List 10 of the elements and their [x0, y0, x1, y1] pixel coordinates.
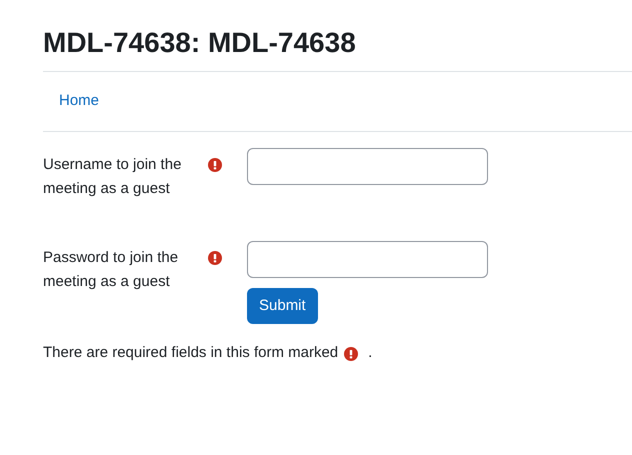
field-label: Username to join the meeting as a guest [43, 155, 182, 199]
field-label: Password to join the meeting as a guest [43, 248, 180, 292]
text-field[interactable] [247, 241, 488, 278]
submit-button[interactable]: Submit [247, 288, 318, 324]
page-title: MDL-74638: MDL-74638 [43, 26, 356, 60]
home-link[interactable]: Home [59, 90, 100, 113]
text-field[interactable] [247, 148, 488, 185]
required-note: There are required fields in this form marked [43, 343, 338, 364]
note-period: . [368, 343, 372, 364]
required-icon [344, 346, 358, 360]
